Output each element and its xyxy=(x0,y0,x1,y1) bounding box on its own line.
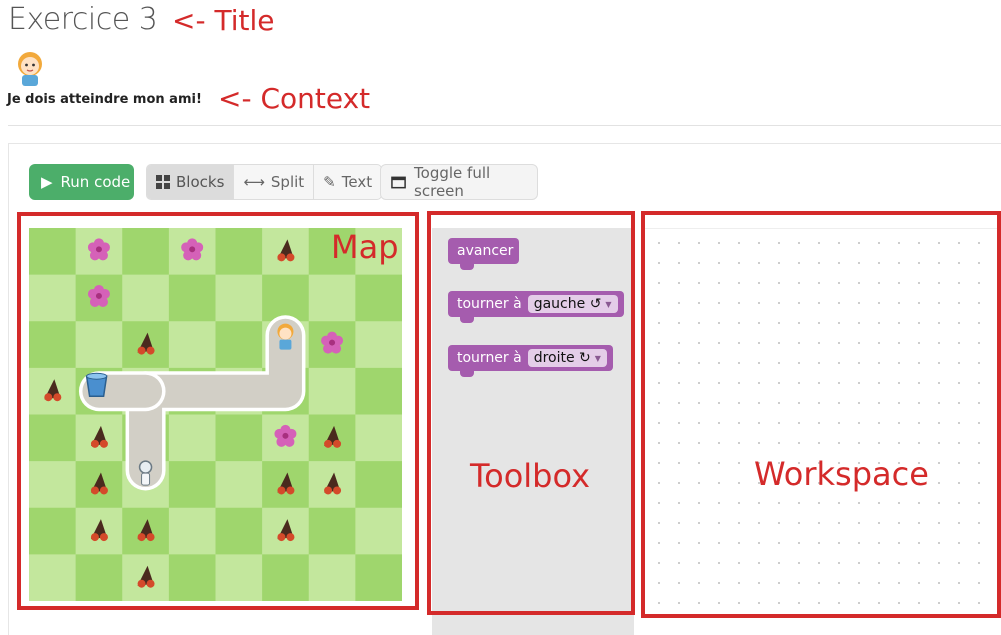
blocks-view-button[interactable]: Blocks xyxy=(147,165,235,199)
blocks-view-label: Blocks xyxy=(176,173,225,191)
grid-icon xyxy=(156,175,170,189)
toolbox-highlight-box xyxy=(427,211,635,615)
toggle-fullscreen-label: Toggle full screen xyxy=(414,164,491,200)
toolbox-label: Toolbox xyxy=(470,457,590,495)
run-code-button[interactable]: ▶ Run code xyxy=(29,164,134,200)
toggle-fullscreen-button[interactable]: Toggle full screen xyxy=(380,164,538,200)
title-annotation: <- Title xyxy=(172,4,275,37)
workspace-label: Workspace xyxy=(754,455,929,493)
run-code-label: Run code xyxy=(60,173,131,191)
window-icon xyxy=(391,176,406,188)
map-highlight-box xyxy=(17,212,419,610)
divider xyxy=(8,125,1001,126)
split-view-button[interactable]: ⟷ Split xyxy=(234,165,315,199)
text-view-button[interactable]: ✎ Text xyxy=(314,165,381,199)
context-annotation: <- Context xyxy=(218,82,371,115)
map-label: Map xyxy=(331,228,399,266)
text-view-label: Text xyxy=(341,173,373,191)
split-view-label: Split xyxy=(270,173,305,191)
workspace-highlight-box xyxy=(641,211,1001,618)
play-icon: ▶ xyxy=(41,173,53,191)
context-text: Je dois atteindre mon ami! xyxy=(7,92,202,107)
split-arrows-icon: ⟷ xyxy=(243,173,265,191)
pencil-icon: ✎ xyxy=(323,173,336,191)
view-mode-group: Blocks ⟷ Split ✎ Text xyxy=(146,164,383,200)
page-title: Exercice 3 xyxy=(8,2,158,37)
character-avatar xyxy=(18,52,42,86)
